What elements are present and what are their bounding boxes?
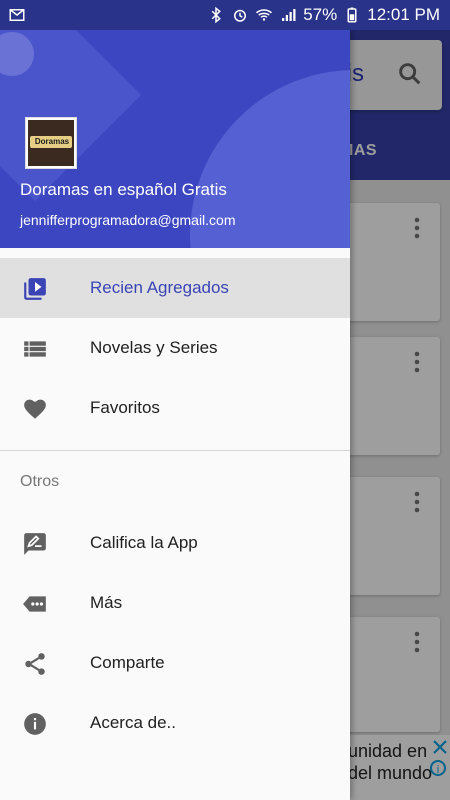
menu-item-label: Recien Agregados <box>90 278 229 297</box>
alarm-icon <box>231 6 249 24</box>
menu-item-recien-agregados[interactable]: Recien Agregados <box>0 258 350 318</box>
share-icon <box>22 651 48 677</box>
battery-percent: 57% <box>303 5 338 24</box>
menu-item-label: Favoritos <box>90 398 160 417</box>
clock: 12:01 PM <box>367 5 440 24</box>
rate-review-icon <box>22 531 48 557</box>
section-header-otros: Otros <box>0 451 350 503</box>
menu-item-novelas-series[interactable]: Novelas y Series <box>0 318 350 378</box>
menu-item-mas[interactable]: Más <box>0 573 350 633</box>
list-icon <box>22 336 48 362</box>
section-title: Otros <box>20 473 60 490</box>
drawer-scrim[interactable] <box>350 30 450 800</box>
info-icon <box>22 711 48 737</box>
status-bar: 57% 12:01 PM <box>0 0 450 30</box>
avatar-logo-text: Doramas <box>34 137 70 146</box>
drawer-menu: Recien Agregados Novelas y Series Favori… <box>0 258 350 753</box>
bluetooth-icon <box>207 6 225 24</box>
heart-icon <box>22 396 48 422</box>
more-label-icon <box>22 591 48 617</box>
battery-icon <box>343 6 361 24</box>
menu-item-comparte[interactable]: Comparte <box>0 633 350 693</box>
menu-item-label: Califica la App <box>90 533 198 552</box>
drawer-header: Doramas Doramas en español Gratis jennif… <box>0 30 350 248</box>
menu-item-califica[interactable]: Califica la App <box>0 513 350 573</box>
signal-icon <box>279 6 297 24</box>
navigation-drawer: Doramas Doramas en español Gratis jennif… <box>0 30 350 800</box>
menu-item-label: Más <box>90 593 123 612</box>
wifi-icon <box>255 6 273 24</box>
account-email: jennifferprogramadora@gmail.com <box>20 212 236 228</box>
menu-item-acerca[interactable]: Acerca de.. <box>0 693 350 753</box>
app-avatar[interactable]: Doramas <box>25 117 77 169</box>
menu-item-label: Acerca de.. <box>90 713 176 732</box>
app-name: Doramas en español Gratis <box>20 180 227 199</box>
menu-item-label: Novelas y Series <box>90 338 218 357</box>
play-library-icon <box>22 276 48 302</box>
menu-item-favoritos[interactable]: Favoritos <box>0 378 350 438</box>
menu-item-label: Comparte <box>90 653 165 672</box>
mail-icon <box>8 6 26 24</box>
